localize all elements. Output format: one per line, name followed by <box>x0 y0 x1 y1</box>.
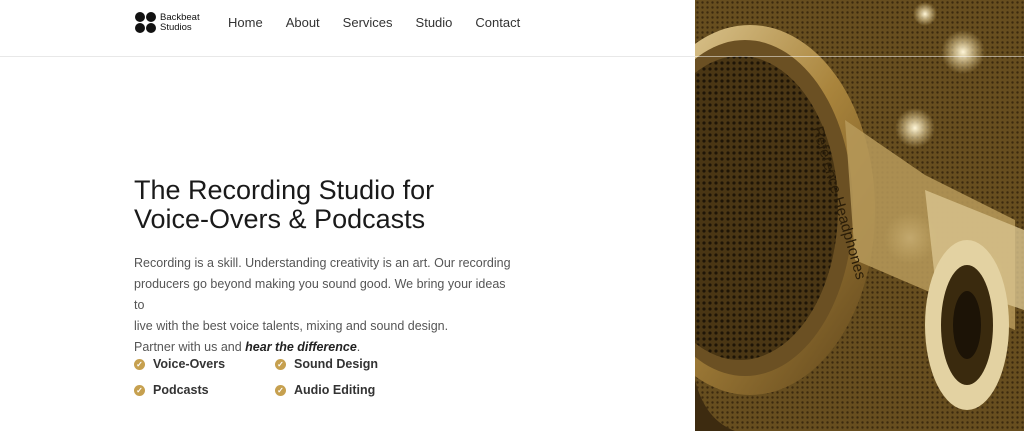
feature-label: Voice-Overs <box>153 357 226 371</box>
brand-name-line2: Studios <box>160 22 192 33</box>
nav-about[interactable]: About <box>286 15 320 30</box>
main-nav: Home About Services Studio Contact <box>228 15 543 30</box>
feature-label: Sound Design <box>294 357 379 371</box>
check-icon: ✓ <box>134 384 145 396</box>
check-icon: ✓ <box>275 358 286 370</box>
feature-item-voice-overs: ✓ Voice-Overs <box>134 357 225 371</box>
hero-desc-line4-prefix: Partner with us and <box>134 340 246 354</box>
feature-item-podcasts: ✓ Podcasts <box>134 383 209 397</box>
check-icon: ✓ <box>275 384 286 396</box>
brand-logo[interactable]: Backbeat Studios <box>135 12 200 34</box>
hero-desc-line4-suffix: . <box>356 340 361 354</box>
headphones-illustration: Reference Headphones <box>695 0 1024 431</box>
hero-desc-emphasis: hear the difference <box>245 340 357 354</box>
hero-title: The Recording Studio for Voice-Overs & P… <box>134 176 434 234</box>
hero-desc-line2: producers go beyond making you sound goo… <box>134 277 506 312</box>
feature-label: Audio Editing <box>294 383 376 397</box>
nav-studio[interactable]: Studio <box>416 15 453 30</box>
feature-label: Podcasts <box>153 383 209 397</box>
nav-contact[interactable]: Contact <box>475 15 520 30</box>
hero-desc-line1: Recording is a skill. Understanding crea… <box>134 256 511 270</box>
hero-description: Recording is a skill. Understanding crea… <box>134 253 514 358</box>
site-header: Backbeat Studios Home About Services Stu… <box>0 0 695 57</box>
hero-image-headphones: Reference Headphones <box>695 0 1024 431</box>
hero-title-line1: The Recording Studio for <box>134 175 435 205</box>
nav-services[interactable]: Services <box>343 15 393 30</box>
feature-item-sound-design: ✓ Sound Design <box>275 357 378 371</box>
check-icon: ✓ <box>134 358 145 370</box>
brand-name: Backbeat Studios <box>160 13 200 33</box>
hero-title-line2: Voice-Overs & Podcasts <box>134 204 426 234</box>
hero-desc-line3: live with the best voice talents, mixing… <box>134 319 449 333</box>
header-divider-over-image <box>695 56 1024 57</box>
nav-home[interactable]: Home <box>228 15 263 30</box>
feature-item-audio-editing: ✓ Audio Editing <box>275 383 375 397</box>
logo-icon <box>135 12 157 34</box>
